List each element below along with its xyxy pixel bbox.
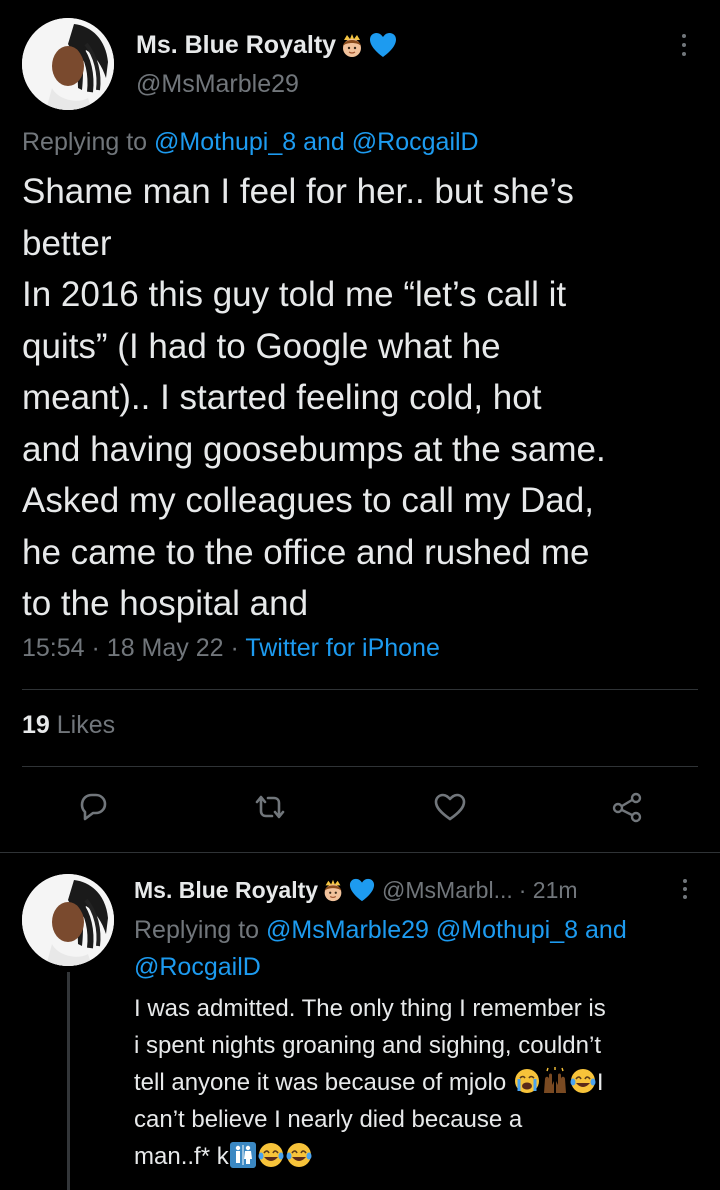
- tweet-line-3: tell anyone it was because of mjolo I: [134, 1064, 704, 1101]
- meta-separator: ·: [230, 634, 239, 662]
- tweet-line-text: tell anyone it was because of mjolo: [134, 1069, 507, 1096]
- tears-of-joy-emoji: [285, 1141, 313, 1169]
- replying-and: and: [303, 128, 345, 156]
- main-tweet: Ms. Blue Royalty @MsMarble29 Replying to…: [0, 0, 720, 852]
- share-icon[interactable]: [606, 785, 650, 829]
- action-bar: [0, 785, 720, 835]
- thread-line: [67, 972, 70, 1190]
- tweet-time: 15:54: [22, 634, 85, 662]
- tweet-source-link[interactable]: Twitter for iPhone: [245, 634, 440, 662]
- tweet-line: he came to the office and rushed me: [22, 532, 590, 572]
- more-icon[interactable]: [672, 28, 696, 62]
- tweet-line: quits” (I had to Google what he: [22, 326, 501, 366]
- tweet-line-mid: k: [216, 1143, 229, 1170]
- avatar-photo: [22, 874, 114, 966]
- section-separator: [0, 852, 720, 853]
- author-display-name[interactable]: Ms. Blue Royalty: [136, 31, 336, 60]
- tweet-line: In 2016 this guy told me “let’s call it: [22, 275, 567, 314]
- tweet-line: better: [22, 223, 112, 263]
- likes-stat[interactable]: 19 Likes: [22, 711, 115, 740]
- tweet-text: I was admitted. The only thing I remembe…: [134, 990, 704, 1175]
- retweet-icon[interactable]: [248, 785, 292, 829]
- divider: [22, 766, 698, 767]
- restroom-sign-emoji: [229, 1141, 257, 1169]
- tweet-line-text: man..f*: [134, 1143, 211, 1170]
- mention-link[interactable]: @Mothupi_8: [436, 916, 578, 944]
- tweet-line: and having goosebumps at the same.: [22, 429, 606, 469]
- author-display-name[interactable]: Ms. Blue Royalty: [134, 877, 318, 904]
- replying-to: Replying to @MsMarble29 @Mothupi_8 and @…: [134, 912, 694, 986]
- tweet-text: Shame man I feel for her.. but she’s bet…: [22, 166, 702, 630]
- princess-emoji: [320, 877, 346, 903]
- tweet-line: i spent nights groaning and sighing, cou…: [134, 1032, 601, 1059]
- replying-prefix: Replying to: [134, 916, 260, 944]
- loudly-crying-face-emoji: [513, 1067, 541, 1095]
- replying-and: and: [585, 916, 627, 944]
- tweet-meta: 15:54 · 18 May 22 · Twitter for iPhone: [22, 634, 440, 663]
- author-name-row[interactable]: Ms. Blue Royalty: [136, 28, 398, 62]
- tears-of-joy-emoji: [257, 1141, 285, 1169]
- more-icon[interactable]: [675, 874, 695, 904]
- likes-count: 19: [22, 711, 50, 739]
- tweet-line: can’t believe I nearly died because a: [134, 1106, 523, 1133]
- tweet-line-5: man..f* k: [134, 1138, 704, 1175]
- tweet-line: Shame man I feel for her.. but she’s: [22, 172, 574, 211]
- replying-prefix: Replying to: [22, 128, 148, 156]
- likes-label: Likes: [56, 711, 116, 739]
- tweet-line: to the hospital and: [22, 584, 309, 623]
- avatar-photo: [22, 18, 114, 110]
- mention-link[interactable]: @RocgailD: [134, 953, 261, 981]
- avatar[interactable]: [22, 874, 114, 966]
- tweet-date: 18 May 22: [106, 634, 224, 662]
- tweet-time[interactable]: · 21m: [519, 877, 578, 904]
- tweet-line: Asked my colleagues to call my Dad,: [22, 481, 594, 520]
- avatar[interactable]: [22, 18, 114, 110]
- reply-icon[interactable]: [70, 785, 114, 829]
- tears-of-joy-emoji: [569, 1067, 597, 1095]
- tweet-line: meant).. I started feeling cold, hot: [22, 378, 542, 417]
- replying-to: Replying to @Mothupi_8 and @RocgailD: [22, 128, 479, 157]
- author-handle[interactable]: @MsMarble29: [136, 70, 299, 99]
- meta-separator: ·: [91, 634, 100, 662]
- verified-heart-icon: [348, 877, 376, 903]
- princess-emoji: [338, 31, 366, 59]
- divider: [22, 689, 698, 690]
- author-name-row[interactable]: Ms. Blue Royalty @MsMarbl... · 21m: [134, 874, 578, 906]
- raising-hands-emoji: [541, 1067, 569, 1095]
- mention-link[interactable]: @MsMarble29: [266, 916, 429, 944]
- tweet-line-tail: I: [596, 1069, 604, 1096]
- author-handle[interactable]: @MsMarbl...: [382, 877, 513, 904]
- like-icon[interactable]: [428, 785, 472, 829]
- mention-link[interactable]: @RocgailD: [352, 128, 479, 156]
- tweet-line: I was admitted. The only thing I remembe…: [134, 995, 606, 1022]
- verified-heart-icon: [368, 31, 398, 59]
- mention-link[interactable]: @Mothupi_8: [154, 128, 296, 156]
